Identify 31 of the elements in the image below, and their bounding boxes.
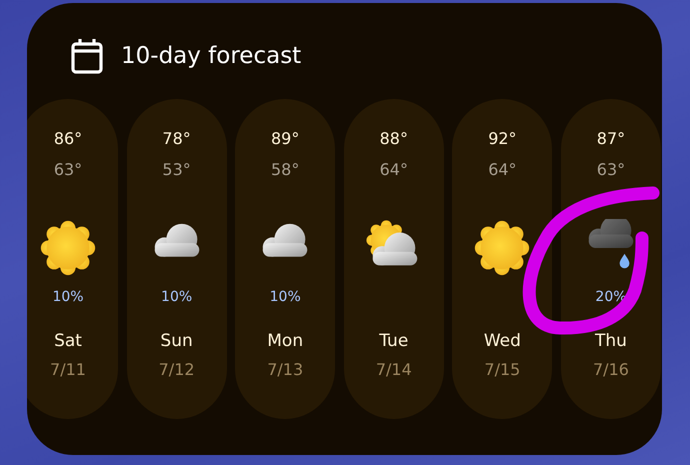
high-temperature: 86° <box>54 129 82 148</box>
precipitation-chance: 10% <box>270 289 301 307</box>
low-temperature: 53° <box>162 160 191 179</box>
day-name: Tue <box>379 331 408 351</box>
day-name: Wed <box>484 331 521 351</box>
calendar-icon <box>71 38 103 74</box>
low-temperature: 64° <box>488 160 517 179</box>
date-label: 7/13 <box>267 360 304 379</box>
date-label: 7/15 <box>484 360 520 379</box>
widget-title: 10-day forecast <box>121 43 302 69</box>
date-label: 7/12 <box>158 360 195 379</box>
low-temperature: 58° <box>271 160 300 179</box>
high-temperature: 89° <box>271 129 300 148</box>
day-name: Sat <box>54 331 82 351</box>
precipitation-chance: 10% <box>161 289 192 307</box>
date-label: 7/14 <box>376 360 412 379</box>
sun-icon <box>39 219 97 277</box>
day-name: Sun <box>160 331 193 351</box>
low-temperature: 64° <box>380 160 408 179</box>
precipitation-chance: 10% <box>52 289 84 307</box>
date-label: 7/16 <box>593 360 629 379</box>
day-name: Thu <box>595 331 627 351</box>
sun-icon <box>473 219 532 277</box>
high-temperature: 87° <box>596 129 626 148</box>
low-temperature: 63° <box>54 160 82 179</box>
high-temperature: 78° <box>162 129 191 148</box>
high-temperature: 92° <box>488 129 517 148</box>
date-label: 7/11 <box>50 360 86 379</box>
high-temperature: 88° <box>380 129 408 148</box>
day-name: Mon <box>267 331 304 351</box>
low-temperature: 63° <box>596 160 626 179</box>
